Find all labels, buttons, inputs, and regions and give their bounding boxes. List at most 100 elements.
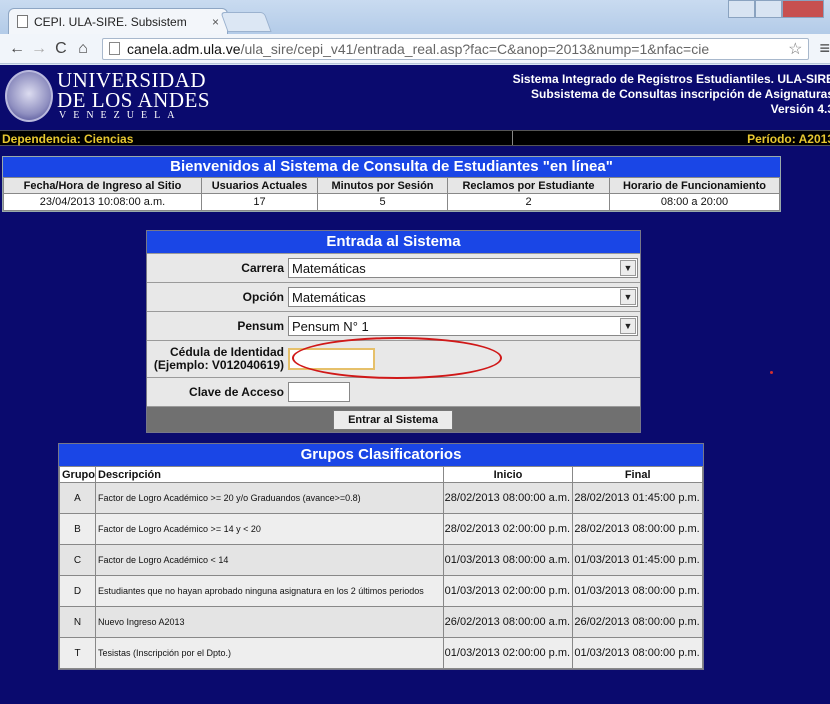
star-icon[interactable]: ☆ (788, 39, 802, 59)
university-seal-icon (5, 70, 53, 122)
back-arrow-icon[interactable]: ← (6, 40, 28, 58)
table-row: D Estudiantes que no hayan aprobado ning… (59, 575, 703, 607)
group-code: T (59, 637, 96, 669)
group-code: A (59, 482, 96, 514)
system-title: Sistema Integrado de Registros Estudiant… (513, 72, 830, 117)
group-description: Factor de Logro Académico >= 14 y < 20 (95, 513, 444, 545)
minutes-per-session: 5 (317, 193, 448, 211)
opcion-label: Opción (242, 289, 284, 304)
group-start: 26/02/2013 08:00:00 a.m. (442, 606, 574, 638)
group-end: 01/03/2013 08:00:00 p.m. (572, 637, 703, 669)
welcome-stats-table: Fecha/Hora de Ingreso al Sitio Usuarios … (3, 177, 780, 211)
column-header: Descripción (95, 466, 444, 483)
menu-icon[interactable]: ≡ (819, 38, 830, 59)
groups-table: Grupo Descripción Inicio Final A Factor … (59, 466, 703, 669)
claims-per-student: 2 (447, 193, 610, 211)
new-tab-button[interactable] (220, 12, 272, 32)
group-end: 26/02/2013 08:00:00 p.m. (572, 606, 703, 638)
column-header: Fecha/Hora de Ingreso al Sitio (3, 177, 202, 194)
table-row: C Factor de Logro Académico < 14 01/03/2… (59, 544, 703, 576)
group-start: 28/02/2013 08:00:00 a.m. (442, 482, 574, 514)
group-start: 28/02/2013 02:00:00 p.m. (442, 513, 574, 545)
pensum-row: Pensum Pensum N° 1 ▼ (147, 311, 640, 340)
group-description: Estudiantes que no hayan aprobado ningun… (95, 575, 444, 607)
browser-toolbar: ← → C ⌂ canela.adm.ula.ve /ula_sire/cepi… (0, 34, 830, 64)
page-icon (17, 15, 28, 28)
login-title: Entrada al Sistema (147, 231, 640, 253)
group-start: 01/03/2013 08:00:00 a.m. (442, 544, 574, 576)
group-code: C (59, 544, 96, 576)
site-header: UNIVERSIDAD DE LOS ANDES VENEZUELA Siste… (0, 65, 830, 129)
url-host: canela.adm.ula.ve (126, 40, 241, 57)
dependency-bar: Dependencia: Ciencias Período: A2013 (0, 130, 830, 146)
column-header: Reclamos por Estudiante (447, 177, 610, 194)
chevron-down-icon[interactable]: ▼ (620, 318, 636, 334)
group-description: Tesistas (Inscripción por el Dpto.) (95, 637, 444, 669)
table-row: N Nuevo Ingreso A2013 26/02/2013 08:00:0… (59, 606, 703, 638)
login-datetime: 23/04/2013 10:08:00 a.m. (3, 193, 202, 211)
column-header: Final (572, 466, 703, 483)
enter-system-button[interactable]: Entrar al Sistema (333, 410, 453, 430)
system-title-line2: Subsistema de Consultas inscripción de A… (531, 87, 830, 101)
pensum-selected: Pensum N° 1 (292, 318, 369, 334)
chevron-down-icon[interactable]: ▼ (620, 289, 636, 305)
url-path: /ula_sire/cepi_v41/entrada_real.asp?fac=… (240, 40, 710, 57)
group-end: 01/03/2013 01:45:00 p.m. (572, 544, 703, 576)
column-header: Grupo (59, 466, 96, 483)
page-icon (108, 42, 120, 55)
submit-row: Entrar al Sistema (147, 406, 640, 432)
group-code: B (59, 513, 96, 545)
group-description: Nuevo Ingreso A2013 (95, 606, 444, 638)
browser-tab[interactable]: CEPI. ULA-SIRE. Subsistem × (8, 8, 228, 34)
maximize-button[interactable] (755, 0, 782, 18)
column-header: Minutos por Sesión (317, 177, 448, 194)
group-start: 01/03/2013 02:00:00 p.m. (442, 637, 574, 669)
cedula-label: Cédula de Identidad (Ejemplo: V012040619… (147, 346, 286, 372)
group-end: 28/02/2013 01:45:00 p.m. (572, 482, 703, 514)
window-controls (728, 0, 824, 18)
welcome-panel: Bienvenidos al Sistema de Consulta de Es… (2, 156, 781, 212)
stray-mark (770, 371, 773, 374)
chevron-down-icon[interactable]: ▼ (620, 260, 636, 276)
cedula-example: (Ejemplo: V012040619) (153, 358, 284, 372)
group-description: Factor de Logro Académico < 14 (95, 544, 444, 576)
pensum-label: Pensum (237, 318, 284, 333)
minimize-button[interactable] (728, 0, 755, 18)
home-icon[interactable]: ⌂ (72, 40, 94, 58)
group-code: N (59, 606, 96, 638)
carrera-label: Carrera (241, 260, 284, 275)
table-row: A Factor de Logro Académico >= 20 y/o Gr… (59, 482, 703, 514)
window-close-button[interactable] (782, 0, 824, 18)
period-label: Período: A2013 (747, 132, 830, 146)
group-end: 01/03/2013 08:00:00 p.m. (572, 575, 703, 607)
address-bar[interactable]: canela.adm.ula.ve /ula_sire/cepi_v41/ent… (101, 37, 810, 60)
operating-hours: 08:00 a 20:00 (609, 193, 780, 211)
group-description: Factor de Logro Académico >= 20 y/o Grad… (95, 482, 444, 514)
close-icon[interactable]: × (212, 15, 219, 29)
highlight-ellipse (292, 337, 502, 379)
password-input[interactable] (288, 382, 350, 402)
dependency-label: Dependencia: Ciencias (2, 132, 134, 146)
tab-title: CEPI. ULA-SIRE. Subsistem (34, 14, 187, 29)
groups-title: Grupos Clasificatorios (59, 444, 703, 466)
group-code: D (59, 575, 96, 607)
page-body: UNIVERSIDAD DE LOS ANDES VENEZUELA Siste… (0, 65, 830, 704)
opcion-row: Opción Matemáticas ▼ (147, 282, 640, 311)
reload-icon[interactable]: C (50, 40, 72, 58)
forward-arrow-icon[interactable]: → (28, 40, 50, 58)
opcion-select[interactable]: Matemáticas ▼ (288, 287, 638, 307)
university-country: VENEZUELA (59, 110, 182, 121)
column-header: Usuarios Actuales (201, 177, 318, 194)
system-version: Versión 4.3 (770, 102, 830, 116)
opcion-selected: Matemáticas (292, 289, 366, 305)
clave-label: Clave de Acceso (189, 384, 284, 399)
divider (512, 131, 513, 145)
carrera-row: Carrera Matemáticas ▼ (147, 253, 640, 282)
group-end: 28/02/2013 08:00:00 p.m. (572, 513, 703, 545)
table-row: T Tesistas (Inscripción por el Dpto.) 01… (59, 637, 703, 669)
carrera-select[interactable]: Matemáticas ▼ (288, 258, 638, 278)
pensum-select[interactable]: Pensum N° 1 ▼ (288, 316, 638, 336)
system-title-line1: Sistema Integrado de Registros Estudiant… (512, 72, 830, 86)
browser-tab-bar: CEPI. ULA-SIRE. Subsistem × (0, 0, 830, 34)
welcome-title: Bienvenidos al Sistema de Consulta de Es… (3, 157, 780, 177)
